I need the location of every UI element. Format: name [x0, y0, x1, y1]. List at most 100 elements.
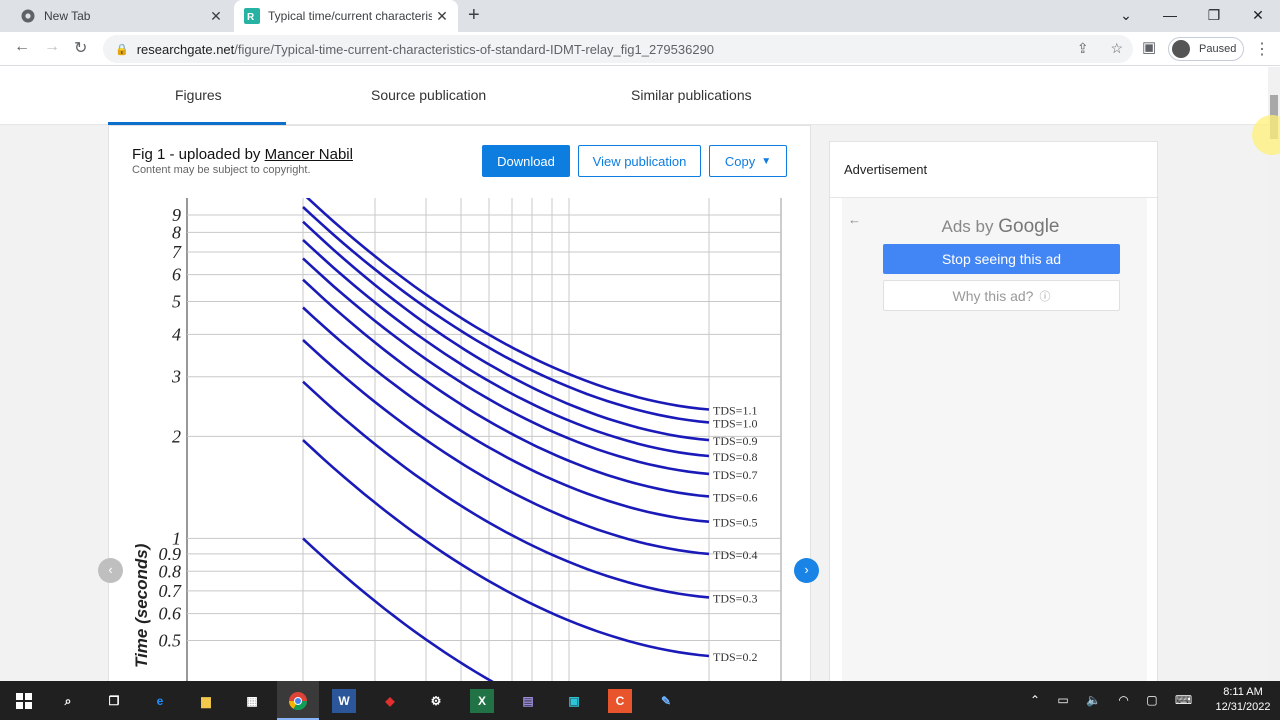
start-icon[interactable] [12, 689, 36, 713]
bookmark-star-icon[interactable]: ☆ [1110, 40, 1123, 56]
tab-title: New Tab [44, 9, 91, 23]
next-figure-button[interactable]: › [794, 558, 819, 583]
chrome-icon[interactable] [286, 689, 310, 713]
why-this-ad-button[interactable]: Why this ad? ⓘ [883, 280, 1120, 311]
svg-text:R: R [247, 12, 255, 23]
page-content: Figures Source publication Similar publi… [0, 67, 1268, 681]
y-tick-label: 3 [171, 367, 181, 387]
y-tick-label: 4 [172, 324, 181, 344]
y-tick-label: 0.6 [159, 604, 182, 624]
network-icon[interactable]: ◠ [1118, 693, 1128, 707]
google-logo: Google [998, 216, 1060, 237]
y-axis-label: Time (seconds) [132, 543, 151, 668]
y-tick-label: 0.8 [159, 561, 182, 581]
idmt-chart: 0.50.60.70.80.9123456789 TDS=1.1TDS=1.0T… [132, 192, 782, 681]
tab-researchgate[interactable]: R Typical time/current characteristi ✕ [234, 0, 458, 32]
task-view-icon[interactable]: ❐ [102, 689, 126, 713]
scrollbar[interactable] [1268, 67, 1280, 681]
profile-status: Paused [1199, 43, 1237, 55]
back-icon[interactable]: ← [14, 38, 30, 56]
excel-icon[interactable]: X [470, 689, 494, 713]
ads-by-text: Ads by [941, 217, 994, 236]
app-icon-gear[interactable]: ⚙ [424, 689, 448, 713]
file-explorer-icon[interactable]: ▆ [194, 689, 218, 713]
y-tick-label: 2 [172, 426, 181, 446]
battery-icon[interactable]: ▭ [1057, 693, 1068, 707]
notification-icon[interactable]: ▢ [1146, 693, 1157, 707]
share-icon[interactable]: ⇪ [1077, 40, 1089, 56]
chevron-down-icon[interactable]: ⌄ [1104, 0, 1148, 32]
reload-icon[interactable]: ↻ [74, 38, 87, 58]
app-icon-pen[interactable]: ✎ [654, 689, 678, 713]
series-label: TDS=0.9 [713, 434, 757, 448]
info-icon: ⓘ [1039, 290, 1051, 303]
browser-toolbar: ← → ↻ 🔒 researchgate.net/figure/Typical-… [0, 32, 1280, 66]
close-tab-icon[interactable]: ✕ [206, 8, 226, 25]
restore-icon[interactable]: ❐ [1192, 0, 1236, 32]
profile-button[interactable]: Paused [1168, 37, 1244, 61]
clock-date: 12/31/2022 [1215, 701, 1271, 713]
researchgate-icon: R [244, 8, 260, 24]
avatar [1172, 40, 1190, 58]
minimize-icon[interactable]: — [1148, 0, 1192, 32]
close-window-icon[interactable]: ✕ [1236, 0, 1280, 32]
series-label: TDS=0.5 [713, 516, 757, 530]
curve-tds-0-7 [302, 257, 710, 476]
close-tab-icon[interactable]: ✕ [432, 8, 452, 25]
tab-figures[interactable]: Figures [175, 87, 222, 103]
more-menu-icon[interactable]: ⋮ [1254, 39, 1270, 59]
series-label: TDS=0.4 [713, 548, 757, 562]
series-label: TDS=0.8 [713, 450, 757, 464]
ad-body: ← Ads by Google Stop seeing this ad Why … [842, 198, 1147, 681]
author-link[interactable]: Mancer Nabil [265, 146, 353, 163]
chevron-up-icon[interactable]: ⌃ [1030, 693, 1040, 707]
store-icon[interactable]: ▦ [240, 689, 264, 713]
keyboard-icon[interactable]: ⌨ [1175, 693, 1192, 707]
app-icon-teal[interactable]: ▣ [562, 689, 586, 713]
address-bar[interactable]: 🔒 researchgate.net/figure/Typical-time-c… [103, 35, 1133, 63]
series-label: TDS=0.7 [713, 468, 757, 482]
previous-figure-button[interactable]: ‹ [98, 558, 123, 583]
ad-header: Advertisement [830, 142, 1159, 198]
curve-tds-1-1 [302, 192, 710, 411]
tab-similar-publications[interactable]: Similar publications [631, 87, 752, 103]
why-this-ad-label: Why this ad? [952, 287, 1034, 304]
taskbar: ⌕ ❐ e ▆ ▦ W ◆ ⚙ X ▤ ▣ C ✎ ⌃ ▭ 🔈 ◠ ▢ ⌨ 8:… [0, 681, 1280, 720]
copyright-note: Content may be subject to copyright. [132, 164, 311, 176]
app-icon-purple[interactable]: ▤ [516, 689, 540, 713]
volume-icon[interactable]: 🔈 [1086, 693, 1101, 707]
side-panel-icon[interactable]: ▣ [1142, 38, 1156, 56]
tab-source-publication[interactable]: Source publication [371, 87, 486, 103]
curve-tds-0-2 [302, 439, 710, 658]
chevron-down-icon: ▼ [761, 155, 772, 167]
figure-card: Fig 1 - uploaded by Mancer Nabil Content… [108, 125, 811, 681]
word-icon[interactable]: W [332, 689, 356, 713]
y-tick-label: 7 [172, 242, 182, 262]
clock[interactable]: 8:11 AM 12/31/2022 [1212, 685, 1274, 715]
curve-tds-0-1 [302, 537, 494, 681]
series-label: TDS=0.3 [713, 591, 757, 605]
y-tick-label: 6 [172, 265, 181, 285]
ad-card: Advertisement ← Ads by Google Stop seein… [829, 141, 1159, 681]
figure-image: 0.5 0.6 0.7 0.8 0.9 1 2 3 4 5 6 7 8 9 TDS=1.1 TDS=1.0 T… [109, 192, 812, 681]
ads-by-google: Ads by Google [842, 216, 1159, 238]
figure-title-prefix: Fig 1 - uploaded by [132, 146, 265, 163]
tab-new-tab[interactable]: New Tab ✕ [8, 0, 232, 32]
forward-icon[interactable]: → [44, 38, 60, 56]
view-publication-button[interactable]: View publication [578, 145, 701, 177]
y-tick-label: 9 [172, 205, 181, 225]
chrome-icon [20, 8, 36, 24]
copy-button[interactable]: Copy ▼ [709, 145, 787, 177]
edge-icon[interactable]: e [148, 689, 172, 713]
stop-seeing-ad-button[interactable]: Stop seeing this ad [883, 244, 1120, 274]
new-tab-icon[interactable]: + [468, 4, 480, 27]
y-tick-label: 0.7 [159, 581, 183, 601]
copy-label: Copy [724, 153, 756, 169]
window-controls: ⌄ — ❐ ✕ [1104, 0, 1280, 32]
download-button[interactable]: Download [482, 145, 570, 177]
app-icon-c[interactable]: C [608, 689, 632, 713]
app-icon-red[interactable]: ◆ [378, 689, 402, 713]
y-tick-label: 8 [172, 222, 181, 242]
url-host: researchgate.net [136, 41, 235, 57]
search-icon[interactable]: ⌕ [56, 689, 80, 713]
